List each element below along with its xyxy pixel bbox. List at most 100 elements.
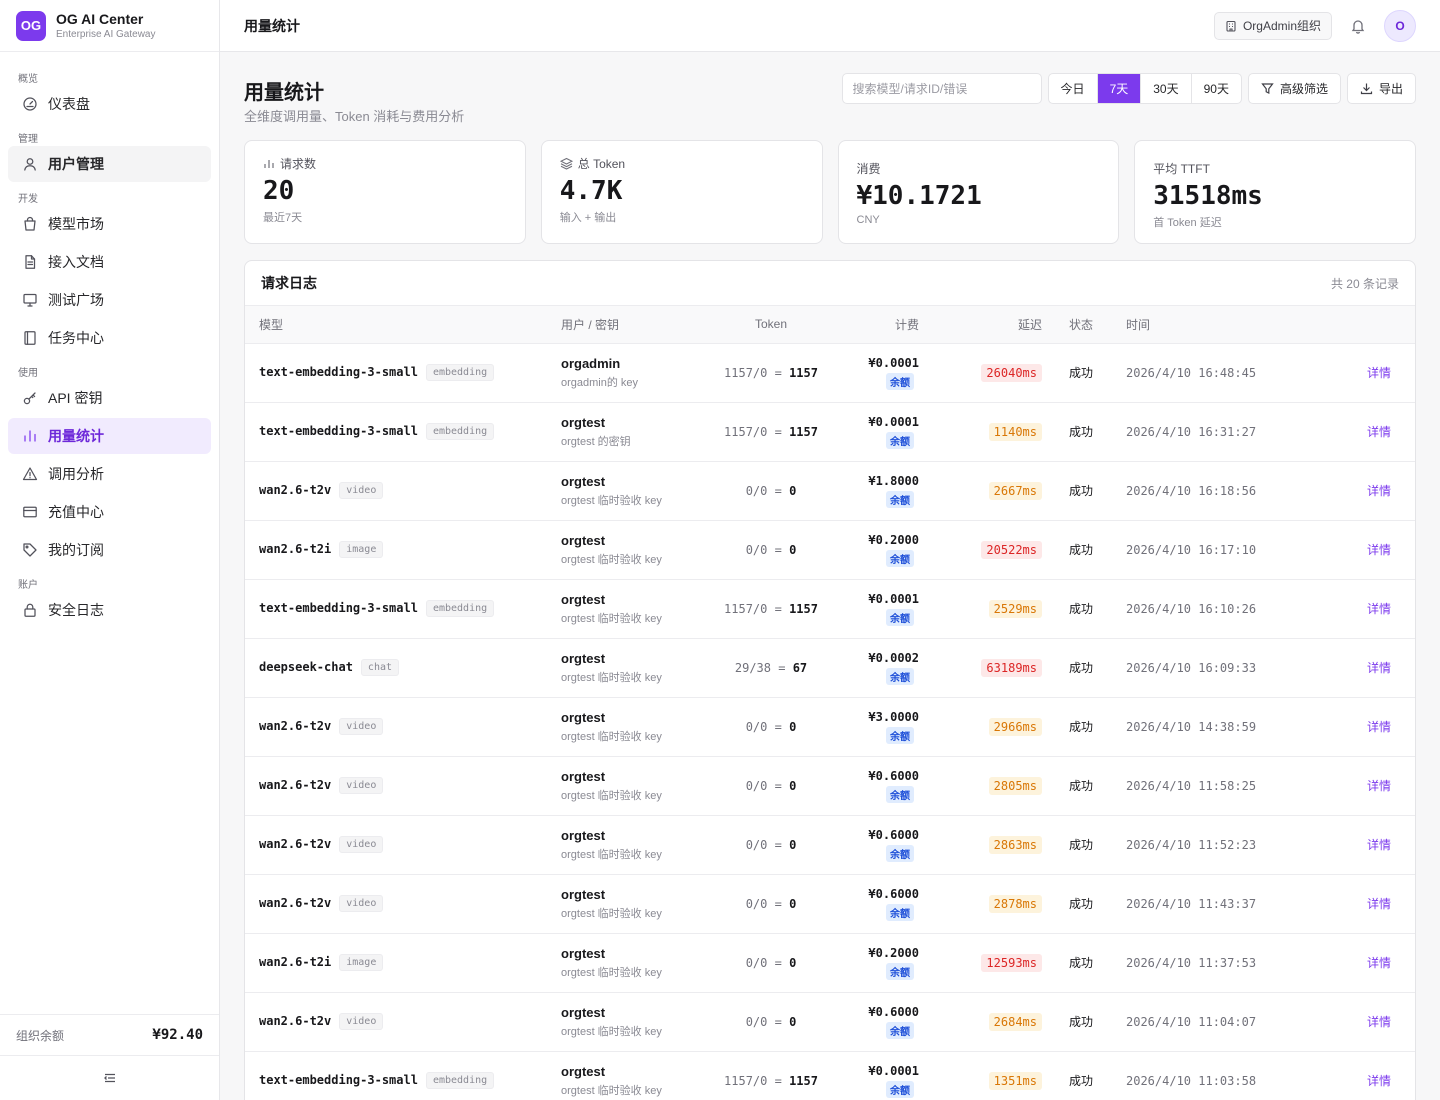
table-row[interactable]: wan2.6-t2i image orgtest orgtest 临时验收 key 0/… xyxy=(245,933,1415,993)
detail-link[interactable]: 详情 xyxy=(1367,484,1391,498)
detail-link[interactable]: 详情 xyxy=(1367,425,1391,439)
model-type-tag: video xyxy=(339,777,384,794)
export-button[interactable]: 导出 xyxy=(1346,73,1416,104)
sidebar-item-tasks[interactable]: 任务中心 xyxy=(8,320,211,356)
notifications-button[interactable] xyxy=(1350,18,1366,34)
tokens-out: 0 xyxy=(760,955,768,970)
column-header[interactable]: 用户 / 密钥 xyxy=(557,306,707,344)
latency-badge: 20522ms xyxy=(981,540,1042,559)
tokens-total: 1157 xyxy=(789,424,818,439)
latency-badge: 63189ms xyxy=(981,658,1042,677)
cost-value: ¥0.0001 xyxy=(868,414,919,429)
range-option[interactable]: 7天 xyxy=(1097,74,1142,103)
detail-link[interactable]: 详情 xyxy=(1367,1015,1391,1029)
table-row[interactable]: wan2.6-t2v video orgtest orgtest 临时验收 key 0/… xyxy=(245,874,1415,934)
sidebar-item-api-keys[interactable]: API 密钥 xyxy=(8,380,211,416)
model-type-tag: embedding xyxy=(425,1072,495,1089)
table-row[interactable]: text-embedding-3-small embedding orgtest or… xyxy=(245,579,1415,639)
notebook-icon xyxy=(22,330,38,346)
table-row[interactable]: deepseek-chat chat orgtest orgtest 临时验收 key… xyxy=(245,638,1415,698)
token-breakdown: 1157/0 = 1157 xyxy=(724,601,818,616)
detail-link[interactable]: 详情 xyxy=(1367,838,1391,852)
table-row[interactable]: wan2.6-t2v video orgtest orgtest 临时验收 key 0/… xyxy=(245,815,1415,875)
stat-value: 20 xyxy=(263,176,295,206)
table-row[interactable]: text-embedding-3-small embedding orgtest or… xyxy=(245,1051,1415,1100)
detail-link[interactable]: 详情 xyxy=(1367,602,1391,616)
latency-badge: 2805ms xyxy=(988,776,1042,795)
range-option[interactable]: 30天 xyxy=(1141,74,1192,103)
range-option[interactable]: 今日 xyxy=(1049,74,1098,103)
model-type-tag: image xyxy=(339,954,384,971)
model-name: text-embedding-3-small xyxy=(259,365,418,379)
user-name: orgtest xyxy=(561,1004,606,1020)
advanced-filter-button[interactable]: 高级筛选 xyxy=(1247,73,1341,104)
tokens-in: 0 xyxy=(745,483,753,498)
table-row[interactable]: wan2.6-t2v video orgtest orgtest 临时验收 key 0/… xyxy=(245,756,1415,816)
timestamp: 2026/4/10 11:37:53 xyxy=(1126,955,1257,970)
detail-link[interactable]: 详情 xyxy=(1367,956,1391,970)
user-name: orgtest xyxy=(561,945,606,961)
sidebar-item-label: 用量统计 xyxy=(48,428,104,444)
collapse-sidebar-button[interactable] xyxy=(0,1056,219,1100)
model-type-tag: chat xyxy=(360,659,400,676)
stat-card-tokens: 总 Token 4.7K 输入 + 输出 xyxy=(540,140,823,244)
tokens-out: 0 xyxy=(760,601,768,616)
sidebar-item-recharge[interactable]: 充值中心 xyxy=(8,494,211,530)
table-row[interactable]: wan2.6-t2v video orgtest orgtest 临时验收 key 0/… xyxy=(245,992,1415,1052)
column-header[interactable]: 时间 xyxy=(1114,306,1284,344)
latency-badge: 2529ms xyxy=(988,599,1042,618)
key-name: orgtest 临时验收 key xyxy=(561,553,662,566)
detail-link[interactable]: 详情 xyxy=(1367,779,1391,793)
table-row[interactable]: wan2.6-t2v video orgtest orgtest 临时验收 key 0/… xyxy=(245,461,1415,521)
table-row[interactable]: text-embedding-3-small embedding orgadmin o… xyxy=(245,343,1415,403)
bar-chart-icon xyxy=(22,428,38,444)
detail-link[interactable]: 详情 xyxy=(1367,720,1391,734)
model-name: wan2.6-t2v xyxy=(259,719,332,733)
detail-link[interactable]: 详情 xyxy=(1367,897,1391,911)
org-switcher[interactable]: OrgAdmin组织 xyxy=(1213,11,1332,40)
cost-value: ¥0.2000 xyxy=(868,532,919,547)
main-content: 用量统计 全维度调用量、Token 消耗与费用分析 今日7天30天90天 高级筛… xyxy=(244,52,1416,1100)
detail-link[interactable]: 详情 xyxy=(1367,661,1391,675)
sidebar-item-security-log[interactable]: 安全日志 xyxy=(8,592,211,628)
token-breakdown: 29/38 = 67 xyxy=(734,660,808,675)
token-breakdown: 0/0 = 0 xyxy=(745,1014,797,1029)
column-header[interactable]: 模型 xyxy=(245,306,557,344)
sidebar-item-playground[interactable]: 测试广场 xyxy=(8,282,211,318)
avatar[interactable]: O xyxy=(1384,9,1416,42)
tokens-out: 0 xyxy=(760,896,768,911)
key-name: orgtest 的密钥 xyxy=(561,435,631,448)
detail-link[interactable]: 详情 xyxy=(1367,1074,1391,1088)
column-header[interactable]: 延迟 xyxy=(925,306,1048,344)
stat-value: ¥10.1721 xyxy=(856,181,982,211)
table-row[interactable]: text-embedding-3-small embedding orgtest or… xyxy=(245,402,1415,462)
warning-icon xyxy=(22,466,38,482)
sidebar-item-label: 我的订阅 xyxy=(48,542,104,558)
column-header[interactable]: Token xyxy=(707,306,835,344)
column-header[interactable]: 状态 xyxy=(1048,306,1114,344)
table-row[interactable]: wan2.6-t2i image orgtest orgtest 临时验收 key 0/… xyxy=(245,520,1415,580)
sidebar-item-analysis[interactable]: 调用分析 xyxy=(8,456,211,492)
brand[interactable]: OG OG AI Center Enterprise AI Gateway xyxy=(0,0,219,52)
column-header xyxy=(1284,306,1415,344)
detail-link[interactable]: 详情 xyxy=(1367,366,1391,380)
sidebar-item-users[interactable]: 用户管理 xyxy=(8,146,211,182)
column-header[interactable]: 计费 xyxy=(835,306,925,344)
billing-tag: 余额 xyxy=(886,785,914,803)
sidebar-item-subscription[interactable]: 我的订阅 xyxy=(8,532,211,568)
billing-tag: 余额 xyxy=(886,431,914,449)
search-input[interactable] xyxy=(841,73,1042,104)
sidebar-item-dashboard[interactable]: 仪表盘 xyxy=(8,86,211,122)
sidebar-item-usage[interactable]: 用量统计 xyxy=(8,418,211,454)
table-row[interactable]: wan2.6-t2v video orgtest orgtest 临时验收 key 0/… xyxy=(245,697,1415,757)
billing-tag: 余额 xyxy=(886,490,914,508)
model-type-tag: video xyxy=(339,836,384,853)
tokens-in: 0 xyxy=(745,955,753,970)
latency-badge: 2667ms xyxy=(988,481,1042,500)
model-name: wan2.6-t2i xyxy=(259,542,332,556)
range-option[interactable]: 90天 xyxy=(1192,74,1241,103)
sidebar-item-label: 任务中心 xyxy=(48,330,104,346)
sidebar-item-docs[interactable]: 接入文档 xyxy=(8,244,211,280)
sidebar-item-model-market[interactable]: 模型市场 xyxy=(8,206,211,242)
detail-link[interactable]: 详情 xyxy=(1367,543,1391,557)
